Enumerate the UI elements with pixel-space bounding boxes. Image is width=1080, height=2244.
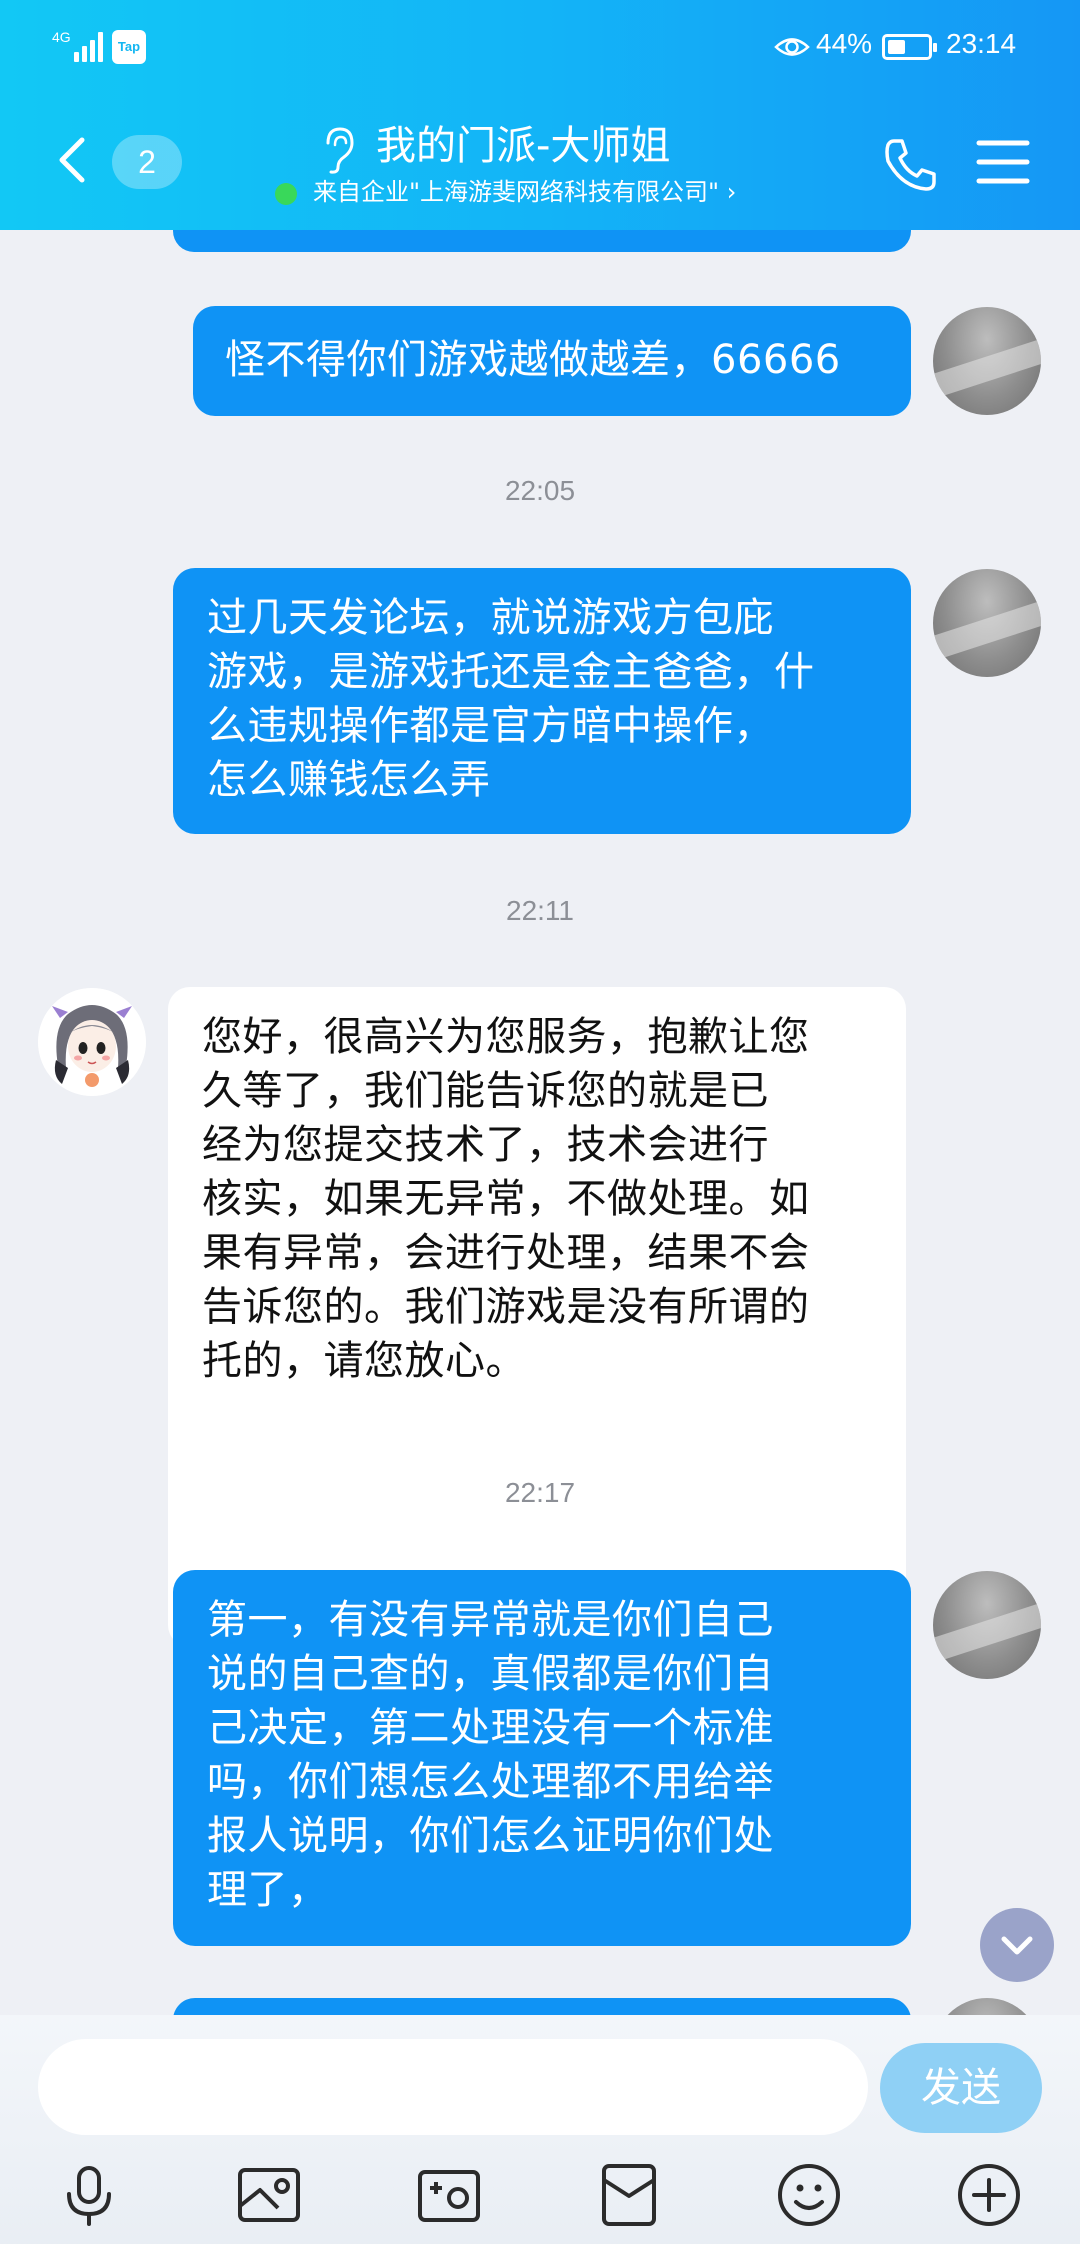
message-line: 说的自己查的，真假都是你们自 xyxy=(207,1651,774,1697)
scroll-to-bottom-button[interactable] xyxy=(980,1908,1054,1982)
agent-avatar[interactable] xyxy=(38,988,146,1096)
message-text: 怪不得你们游戏越做越差，66666 xyxy=(225,337,841,383)
message-line: 怎么赚钱怎么弄 xyxy=(207,757,491,803)
emoji-icon[interactable] xyxy=(774,2160,844,2230)
chevron-down-icon xyxy=(1001,1936,1033,1955)
message-line: 游戏，是游戏托还是金主爸爸，什 xyxy=(207,649,815,695)
battery-level xyxy=(888,40,905,54)
tap-app-icon: Tap xyxy=(112,30,146,64)
message-timestamp: 22:05 xyxy=(504,475,576,506)
message-bubble-outgoing[interactable] xyxy=(173,230,911,252)
message-line: 报人说明，你们怎么证明你们处 xyxy=(207,1813,774,1859)
message-line: 第一，有没有异常就是你们自己 xyxy=(207,1597,774,1643)
company-subtitle[interactable]: 来自企业"上海游斐网络科技有限公司" › xyxy=(313,174,736,210)
message-timestamp: 22:17 xyxy=(504,1477,576,1508)
red-packet-icon[interactable] xyxy=(594,2160,664,2230)
ear-icon[interactable] xyxy=(318,125,356,175)
chat-title[interactable]: 我的门派-大师姐 xyxy=(376,118,670,174)
camera-icon[interactable] xyxy=(414,2160,484,2230)
avatar[interactable] xyxy=(933,569,1041,677)
message-line: 己决定，第二处理没有一个标准 xyxy=(207,1705,774,1751)
message-line: 久等了，我们能告诉您的就是已 xyxy=(202,1068,769,1114)
status-bar: 4G Tap 44% 23:14 xyxy=(0,0,1080,96)
battery-percent: 44% xyxy=(816,28,873,59)
message-line: 核实，如果无异常，不做处理。如 xyxy=(202,1176,810,1222)
message-bubble-outgoing[interactable] xyxy=(173,1998,911,2015)
image-icon[interactable] xyxy=(234,2160,304,2230)
message-line: 吗，你们想怎么处理都不用给举 xyxy=(207,1759,774,1805)
eye-comfort-icon xyxy=(774,38,810,56)
message-input[interactable] xyxy=(38,2039,868,2135)
message-line: 托的，请您放心。 xyxy=(202,1338,526,1384)
network-type: 4G xyxy=(52,29,71,45)
avatar[interactable] xyxy=(933,307,1041,415)
plus-icon[interactable] xyxy=(954,2160,1024,2230)
online-status-dot xyxy=(275,183,297,205)
send-button[interactable]: 发送 xyxy=(880,2043,1042,2133)
chat-header: 4G Tap 44% 23:14 2 我的门派-大师姐 来自企业"上海游斐网络科… xyxy=(0,0,1080,230)
composer-bar: 发送 xyxy=(0,2015,1080,2244)
battery-icon xyxy=(882,34,937,60)
message-line: 告诉您的。我们游戏是没有所谓的 xyxy=(202,1284,810,1330)
avatar[interactable] xyxy=(933,1998,1041,2015)
message-bubble-outgoing[interactable]: 怪不得你们游戏越做越差，66666 xyxy=(193,306,911,416)
message-line: 理了， xyxy=(207,1867,329,1913)
phone-icon[interactable] xyxy=(880,135,940,195)
message-line: 过几天发论坛，就说游戏方包庇 xyxy=(207,595,774,641)
message-timestamp: 22:11 xyxy=(506,895,574,926)
anime-girl-avatar-icon xyxy=(38,988,146,1096)
status-time: 23:14 xyxy=(946,28,1017,59)
message-bubble-outgoing[interactable]: 第一，有没有异常就是你们自己 说的自己查的，真假都是你们自 己决定，第二处理没有… xyxy=(173,1570,911,1946)
message-list[interactable]: 怪不得你们游戏越做越差，66666 22:05 过几天发论坛，就说游戏方包庇 游… xyxy=(0,230,1080,2015)
avatar[interactable] xyxy=(933,1571,1041,1679)
unread-count-badge[interactable]: 2 xyxy=(112,135,182,189)
message-line: 您好，很高兴为您服务，抱歉让您 xyxy=(202,1014,810,1060)
menu-icon[interactable] xyxy=(976,138,1030,186)
signal-icon xyxy=(74,30,106,62)
message-line: 经为您提交技术了，技术会进行 xyxy=(202,1122,769,1168)
message-line: 果有异常，会进行处理，结果不会 xyxy=(202,1230,810,1276)
microphone-icon[interactable] xyxy=(54,2160,124,2230)
message-line: 么违规操作都是官方暗中操作， xyxy=(207,703,774,749)
chevron-left-icon[interactable] xyxy=(48,130,98,190)
message-bubble-incoming[interactable]: 您好，很高兴为您服务，抱歉让您 久等了，我们能告诉您的就是已 经为您提交技术了，… xyxy=(168,987,906,1647)
message-bubble-outgoing[interactable]: 过几天发论坛，就说游戏方包庇 游戏，是游戏托还是金主爸爸，什 么违规操作都是官方… xyxy=(173,568,911,834)
